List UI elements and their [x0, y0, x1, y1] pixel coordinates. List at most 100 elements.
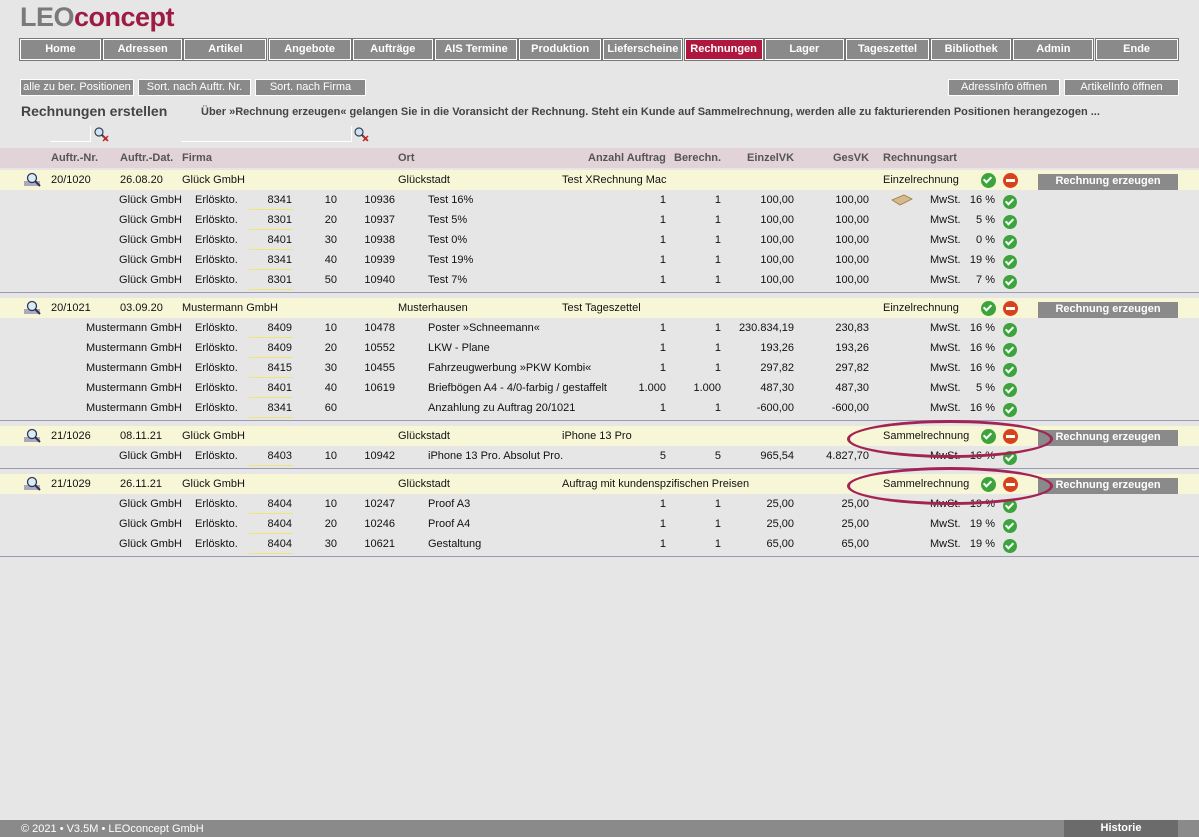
account-field-underline	[249, 417, 293, 418]
position-number: 60	[324, 402, 337, 414]
position-number: 20	[324, 214, 337, 226]
item-unit-price: 487,30	[760, 382, 794, 394]
item-row: Glück GmbH Erlöskto. 8341 10 10936 Test 16% 1 1…	[0, 190, 1199, 210]
item-quantity: 1	[659, 518, 666, 530]
nav-tab-ende[interactable]: Ende	[1095, 39, 1178, 60]
nav-tab-produktion[interactable]: Produktion	[519, 39, 602, 60]
account-number[interactable]: 8401	[268, 234, 292, 246]
item-row: Mustermann GmbH Erlöskto. 8401 40 10619 Brief…	[0, 378, 1199, 398]
account-number[interactable]: 8409	[268, 322, 292, 334]
position-number: 30	[324, 362, 337, 374]
nav-tab-admin[interactable]: Admin	[1013, 39, 1094, 60]
item-quantity: 1	[659, 538, 666, 550]
vat-rate: 16 %	[969, 342, 995, 354]
order-number[interactable]: 20/1021	[51, 302, 91, 314]
company-name: Glück GmbH	[182, 478, 245, 490]
ok-icon	[1003, 519, 1017, 533]
position-number: 10	[324, 450, 337, 462]
nav-tab-artikel[interactable]: Artikel	[184, 39, 267, 60]
city: Musterhausen	[398, 302, 468, 314]
item-company: Glück GmbH	[119, 538, 182, 550]
main-nav: Home Adressen Artikel Angebote Aufträge AIS T…	[20, 39, 1178, 60]
revenue-account-label: Erlöskto.	[195, 518, 238, 530]
order-number[interactable]: 21/1029	[51, 478, 91, 490]
item-text: Gestaltung	[428, 538, 482, 550]
search-clear-icon[interactable]	[93, 126, 109, 142]
ok-icon	[1003, 215, 1017, 229]
item-quantity: 1	[659, 214, 666, 226]
sort-company-button[interactable]: Sort. nach Firma	[255, 79, 366, 96]
account-field-underline	[249, 289, 293, 290]
order-number-filter-input[interactable]	[50, 126, 91, 142]
generate-invoice-button[interactable]: Rechnung erzeugen	[1038, 478, 1178, 494]
project-name: Test Tageszettel	[562, 302, 641, 314]
account-number[interactable]: 8415	[268, 362, 292, 374]
order-number[interactable]: 21/1026	[51, 430, 91, 442]
account-number[interactable]: 8404	[268, 518, 292, 530]
account-number[interactable]: 8341	[268, 402, 292, 414]
magnifier-icon[interactable]	[23, 476, 43, 492]
account-number[interactable]: 8403	[268, 450, 292, 462]
item-row: Glück GmbH Erlöskto. 8401 30 10938 Test 0% 1 1 1…	[0, 230, 1199, 250]
invoice-type: Einzelrechnung	[883, 302, 959, 314]
account-number[interactable]: 8404	[268, 538, 292, 550]
address-info-button[interactable]: AdressInfo öffnen	[948, 79, 1060, 96]
order-row: 20/1020 26.08.20 Glück GmbH Glückstadt Test …	[0, 170, 1199, 190]
account-number[interactable]: 8301	[268, 214, 292, 226]
item-billed: 1	[714, 362, 721, 374]
approve-icon[interactable]	[981, 173, 996, 188]
article-number: 10621	[364, 538, 395, 550]
account-number[interactable]: 8341	[268, 194, 292, 206]
nav-tab-rechnungen[interactable]: Rechnungen	[684, 39, 763, 60]
history-button[interactable]: Historie	[1064, 820, 1178, 837]
item-quantity: 1	[659, 322, 666, 334]
account-number[interactable]: 8401	[268, 382, 292, 394]
account-number[interactable]: 8409	[268, 342, 292, 354]
nav-tab-aufträge[interactable]: Aufträge	[352, 39, 433, 60]
generate-invoice-button[interactable]: Rechnung erzeugen	[1038, 302, 1178, 318]
search-clear-icon[interactable]	[353, 126, 369, 142]
item-row: Mustermann GmbH Erlöskto. 8409 10 10478 Poste…	[0, 318, 1199, 338]
account-field-underline	[249, 465, 293, 466]
account-number[interactable]: 8404	[268, 498, 292, 510]
generate-invoice-button[interactable]: Rechnung erzeugen	[1038, 430, 1178, 446]
article-number: 10478	[364, 322, 395, 334]
item-text: iPhone 13 Pro. Absolut Pro.	[428, 450, 564, 462]
ok-icon	[1003, 363, 1017, 377]
item-unit-price: 100,00	[760, 234, 794, 246]
nav-tab-angebote[interactable]: Angebote	[268, 39, 351, 60]
order-number[interactable]: 20/1020	[51, 174, 91, 186]
city: Glückstadt	[398, 478, 450, 490]
item-quantity: 1	[659, 234, 666, 246]
vat-rate: 0 %	[976, 234, 995, 246]
magnifier-icon[interactable]	[23, 428, 43, 444]
approve-icon[interactable]	[981, 301, 996, 316]
nav-tab-home[interactable]: Home	[20, 39, 101, 60]
revenue-account-label: Erlöskto.	[195, 214, 238, 226]
account-number[interactable]: 8341	[268, 254, 292, 266]
nav-tab-tageszettel[interactable]: Tageszettel	[846, 39, 929, 60]
item-billed: 1	[714, 234, 721, 246]
account-number[interactable]: 8301	[268, 274, 292, 286]
generate-invoice-button[interactable]: Rechnung erzeugen	[1038, 174, 1178, 190]
item-unit-price: 297,82	[760, 362, 794, 374]
magnifier-icon[interactable]	[23, 300, 43, 316]
nav-tab-adressen[interactable]: Adressen	[103, 39, 183, 60]
reject-icon[interactable]	[1003, 301, 1018, 316]
footer: © 2021 • V3.5M • LEOconcept GmbH Histori…	[0, 820, 1199, 837]
article-info-button[interactable]: ArtikelInfo öffnen	[1064, 79, 1179, 96]
reject-icon[interactable]	[1003, 173, 1018, 188]
item-total-price: 100,00	[835, 194, 869, 206]
magnifier-icon[interactable]	[23, 172, 43, 188]
item-billed: 1	[714, 518, 721, 530]
all-positions-button[interactable]: alle zu ber. Positionen	[20, 79, 134, 96]
nav-tab-lager[interactable]: Lager	[764, 39, 844, 60]
ok-icon	[1003, 383, 1017, 397]
nav-tab-ais-termine[interactable]: AIS Termine	[435, 39, 517, 60]
article-number: 10247	[364, 498, 395, 510]
sort-order-number-button[interactable]: Sort. nach Auftr. Nr.	[138, 79, 251, 96]
nav-tab-lieferscheine[interactable]: Lieferscheine	[603, 39, 683, 60]
company-filter-input[interactable]	[181, 126, 352, 142]
nav-tab-bibliothek[interactable]: Bibliothek	[931, 39, 1012, 60]
item-billed: 5	[714, 450, 721, 462]
